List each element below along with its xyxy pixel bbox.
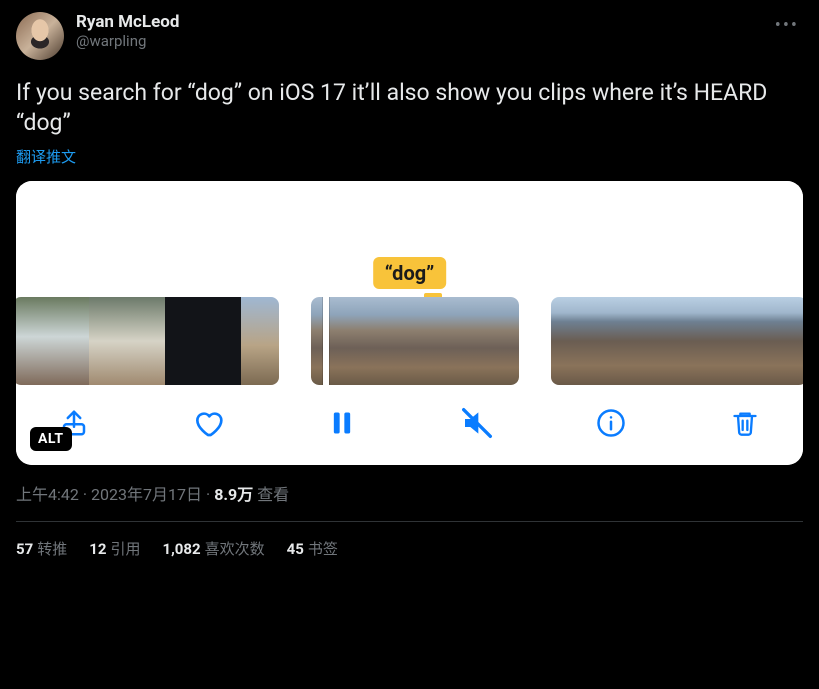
- translate-link[interactable]: 翻译推文: [16, 146, 803, 167]
- search-term-badge: “dog”: [373, 257, 447, 289]
- clip-thumbnail[interactable]: [311, 297, 519, 385]
- clip-thumbnail[interactable]: [16, 297, 279, 385]
- tweet-meta: 上午4:42·2023年7月17日·8.9万 查看: [16, 481, 803, 505]
- tweet-time[interactable]: 上午4:42: [16, 485, 79, 504]
- info-icon: [596, 408, 626, 438]
- mute-button[interactable]: [457, 403, 497, 443]
- alt-badge[interactable]: ALT: [30, 427, 72, 451]
- playhead[interactable]: [323, 297, 329, 385]
- retweets-stat[interactable]: 57转推: [16, 538, 67, 559]
- bookmarks-stat[interactable]: 45书签: [287, 538, 338, 559]
- tweet-header: Ryan McLeod @warpling •••: [16, 12, 803, 60]
- display-name[interactable]: Ryan McLeod: [76, 12, 179, 32]
- tweet-container: Ryan McLeod @warpling ••• If you search …: [0, 0, 819, 559]
- media-card[interactable]: “dog”: [16, 181, 803, 465]
- pause-icon: [328, 409, 356, 437]
- likes-stat[interactable]: 1,082喜欢次数: [162, 538, 264, 559]
- like-button[interactable]: [188, 403, 228, 443]
- user-block[interactable]: Ryan McLeod @warpling: [16, 12, 179, 60]
- more-icon: •••: [775, 15, 799, 36]
- user-handle[interactable]: @warpling: [76, 32, 179, 50]
- tweet-date[interactable]: 2023年7月17日: [91, 485, 202, 504]
- pause-button[interactable]: [322, 403, 362, 443]
- more-button[interactable]: •••: [771, 12, 803, 39]
- video-timeline[interactable]: [16, 297, 803, 385]
- tweet-stats: 57转推 12引用 1,082喜欢次数 45书签: [16, 522, 803, 559]
- avatar[interactable]: [16, 12, 64, 60]
- media-controls: [16, 385, 803, 465]
- heart-icon: [192, 407, 224, 439]
- user-names: Ryan McLeod @warpling: [76, 12, 179, 60]
- media-top: “dog”: [16, 181, 803, 297]
- trash-icon: [731, 409, 759, 437]
- tweet-text: If you search for “dog” on iOS 17 it’ll …: [16, 78, 803, 138]
- views-label: 查看: [257, 485, 289, 504]
- delete-button[interactable]: [725, 403, 765, 443]
- mute-icon: [461, 407, 493, 439]
- clip-thumbnail[interactable]: [551, 297, 804, 385]
- info-button[interactable]: [591, 403, 631, 443]
- quotes-stat[interactable]: 12引用: [89, 538, 140, 559]
- views-count: 8.9万: [214, 485, 253, 504]
